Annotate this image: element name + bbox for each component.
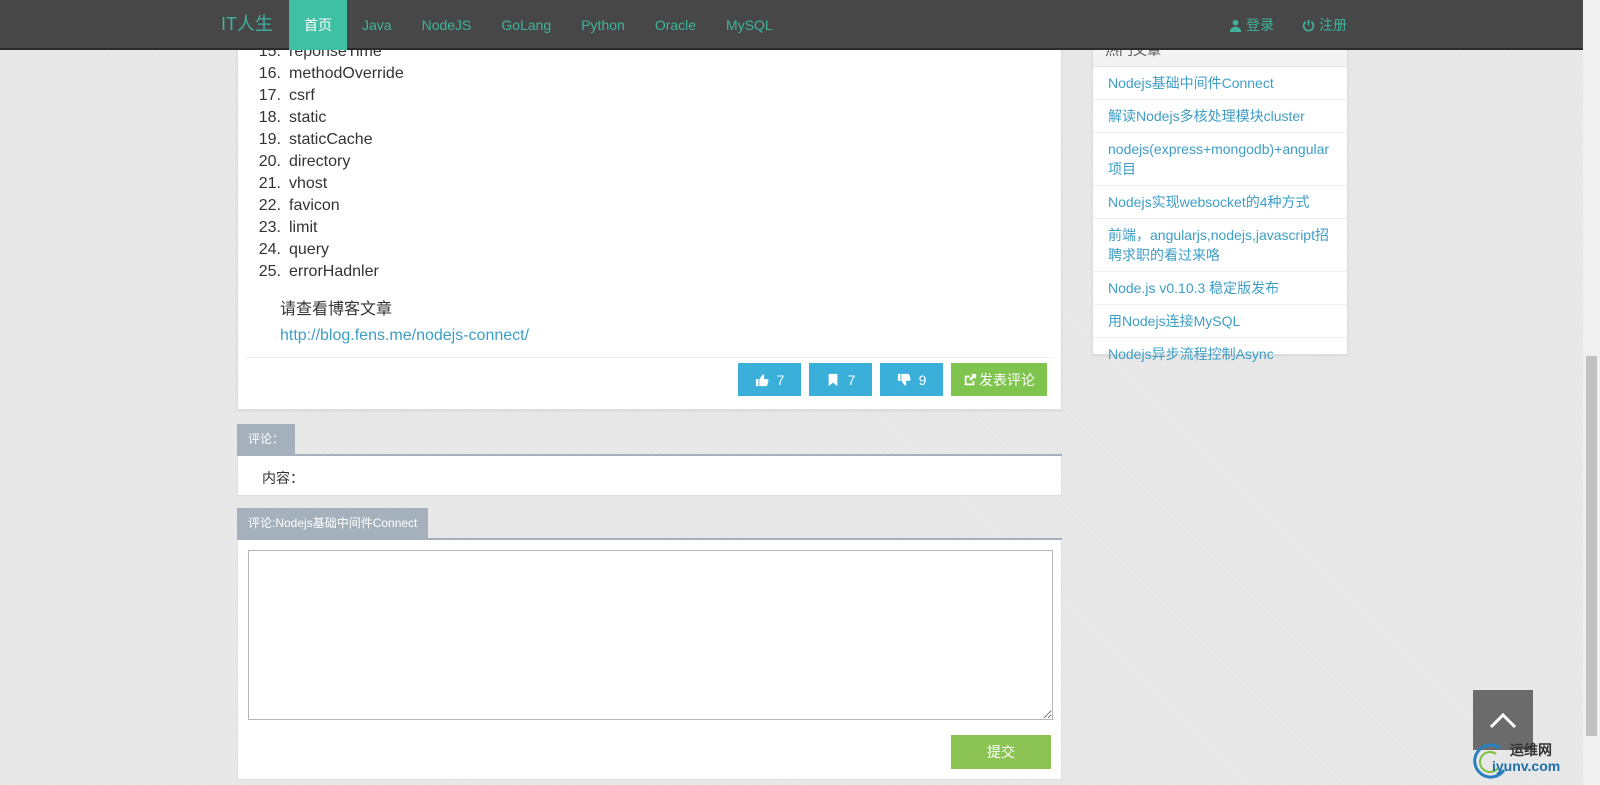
register-label: 注册 [1319, 17, 1347, 33]
list-number: 20. [258, 153, 281, 170]
navbar: IT人生 首页 Java NodeJS GoLang Python Oracle… [0, 0, 1583, 50]
list-item: 18. static [256, 107, 404, 129]
middleware-list: 15. reponseTime 16. methodOverride 17. csrf… [256, 41, 404, 283]
bookmark-count: 7 [847, 371, 856, 388]
article-panel: 15. reponseTime 16. methodOverride 17. csrf… [237, 40, 1062, 410]
nav-item-python[interactable]: Python [566, 0, 640, 50]
thumbs-down-icon [897, 373, 911, 386]
comment-textarea[interactable] [248, 550, 1053, 720]
nav-item-java[interactable]: Java [347, 0, 407, 50]
sidebar-item[interactable]: 解读Nodejs多核处理模块cluster [1093, 100, 1347, 133]
blog-link[interactable]: http://blog.fens.me/nodejs-connect/ [280, 327, 529, 345]
watermark-en: iyunv.com [1492, 758, 1561, 774]
list-number: 24. [258, 241, 281, 258]
like-button[interactable]: 7 [738, 363, 801, 396]
bookmark-button[interactable]: 7 [809, 363, 872, 396]
nav-item-golang[interactable]: GoLang [486, 0, 566, 50]
list-number: 18. [258, 109, 281, 126]
list-item: 21. vhost [256, 173, 404, 195]
list-number: 21. [258, 175, 281, 192]
article-actions: 7 7 9 发表评论 [738, 363, 1047, 396]
list-number: 25. [258, 263, 281, 280]
list-item: 23. limit [256, 217, 404, 239]
share-icon [964, 373, 977, 385]
login-link[interactable]: 登录 [1215, 0, 1288, 50]
dislike-button[interactable]: 9 [880, 363, 943, 396]
chevron-up-icon [1489, 712, 1517, 729]
sidebar-item[interactable]: Nodejs基础中间件Connect [1093, 67, 1347, 100]
watermark-cn: 运维网 [1510, 742, 1552, 758]
nav-item-home[interactable]: 首页 [289, 0, 347, 50]
nav-item-oracle[interactable]: Oracle [640, 0, 711, 50]
comment-form: 提交 [237, 540, 1062, 780]
list-text: directory [289, 153, 351, 170]
user-icon [1229, 19, 1242, 32]
sidebar-item[interactable]: Nodejs异步流程控制Async [1093, 338, 1347, 370]
submit-button[interactable]: 提交 [951, 735, 1051, 769]
power-icon [1302, 19, 1315, 31]
comment-form-header: 评论:Nodejs基础中间件Connect [237, 508, 429, 538]
sidebar-item[interactable]: 用Nodejs连接MySQL [1093, 305, 1347, 338]
bookmark-icon [828, 373, 837, 386]
list-number: 19. [258, 131, 281, 148]
list-text: favicon [289, 197, 340, 214]
list-text: limit [289, 219, 318, 236]
brand-logo[interactable]: IT人生 [221, 0, 273, 50]
list-item: 17. csrf [256, 85, 404, 107]
register-link[interactable]: 注册 [1288, 0, 1361, 50]
watermark: 运维网 iyunv.com [1470, 738, 1598, 784]
comments-header: 评论： [237, 424, 296, 454]
nav-user-menu: 登录 注册 [1215, 0, 1361, 50]
list-item: 16. methodOverride [256, 63, 404, 85]
list-item: 24. query [256, 239, 404, 261]
list-item: 25. errorHadnler [256, 261, 404, 283]
sidebar-item[interactable]: Nodejs实现websocket的4种方式 [1093, 186, 1347, 219]
list-text: query [289, 241, 330, 258]
list-number: 23. [258, 219, 281, 236]
divider [246, 357, 1053, 358]
hot-articles-sidebar: 热门文章 Nodejs基础中间件Connect 解读Nodejs多核处理模块cl… [1092, 40, 1348, 362]
sidebar-item[interactable]: 前端，angularjs,nodejs,javascript招聘求职的看过来咯 [1093, 219, 1347, 272]
nav-item-nodejs[interactable]: NodeJS [407, 0, 487, 50]
page-scrollbar[interactable] [1583, 0, 1600, 785]
nav-item-mysql[interactable]: MySQL [711, 0, 788, 50]
list-text: vhost [289, 175, 328, 192]
post-comment-label: 发表评论 [979, 371, 1035, 388]
login-label: 登录 [1246, 17, 1274, 33]
article-paragraph: 请查看博客文章 [280, 301, 393, 318]
list-number: 22. [258, 197, 281, 214]
list-text: errorHadnler [289, 263, 379, 280]
list-text: static [289, 109, 327, 126]
scrollbar-thumb[interactable] [1586, 356, 1597, 736]
list-text: staticCache [289, 131, 373, 148]
comment-content-label: 内容： [262, 470, 304, 486]
list-text: methodOverride [289, 65, 404, 82]
list-item: 19. staticCache [256, 129, 404, 151]
list-number: 16. [258, 65, 281, 82]
dislike-count: 9 [918, 371, 927, 388]
list-item: 22. favicon [256, 195, 404, 217]
post-comment-button[interactable]: 发表评论 [951, 363, 1047, 396]
list-text: csrf [289, 87, 315, 104]
like-count: 7 [776, 371, 785, 388]
comment-item: 内容： [237, 456, 1062, 496]
sidebar-item[interactable]: nodejs(express+mongodb)+angular项目 [1093, 133, 1347, 186]
thumbs-up-icon [755, 373, 769, 386]
sidebar-item[interactable]: Node.js v0.10.3 稳定版发布 [1093, 272, 1347, 305]
list-number: 17. [258, 87, 281, 104]
nav-menu: 首页 Java NodeJS GoLang Python Oracle MySQ… [289, 0, 788, 50]
list-item: 20. directory [256, 151, 404, 173]
